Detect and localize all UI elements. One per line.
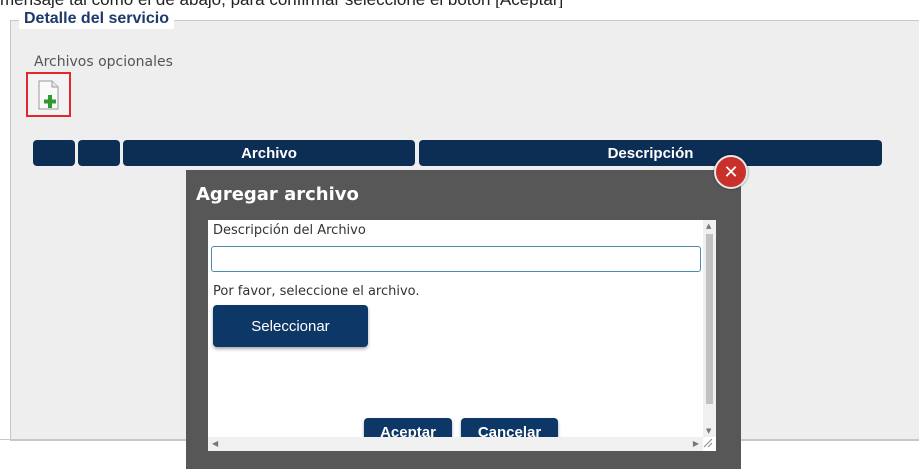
close-dialog-button[interactable]: ✕ — [714, 155, 748, 189]
table-header-descripcion: Descripción — [419, 140, 882, 166]
vertical-scrollbar[interactable]: ▲ ▼ — [703, 220, 716, 437]
table-header-archivo: Archivo — [123, 140, 415, 166]
add-file-icon — [38, 80, 59, 110]
add-file-dialog: Agregar archivo Descripción del Archivo … — [186, 170, 741, 469]
scroll-up-icon[interactable]: ▲ — [706, 222, 711, 230]
description-label: Descripción del Archivo — [213, 223, 366, 238]
select-file-button[interactable]: Seleccionar — [213, 305, 368, 347]
scroll-right-icon[interactable]: ▶ — [693, 439, 699, 448]
select-file-prompt: Por favor, seleccione el archivo. — [213, 284, 420, 299]
scroll-down-icon[interactable]: ▼ — [706, 427, 711, 435]
top-instruction-text: mensaje tal como el de abajo, para confi… — [0, 0, 563, 8]
vertical-scroll-thumb[interactable] — [706, 234, 713, 404]
table-header-col-2 — [78, 140, 120, 166]
table-header-col-1 — [33, 140, 75, 166]
description-input[interactable] — [211, 246, 701, 272]
resize-grip-icon[interactable] — [703, 438, 713, 448]
scroll-left-icon[interactable]: ◀ — [212, 439, 218, 448]
dialog-title: Agregar archivo — [196, 184, 359, 205]
horizontal-scrollbar[interactable]: ◀ ▶ — [208, 437, 703, 451]
add-file-button[interactable] — [26, 72, 71, 117]
section-legend: Detalle del servicio — [19, 9, 174, 29]
close-icon: ✕ — [723, 161, 739, 183]
optional-files-label: Archivos opcionales — [34, 54, 173, 70]
top-instruction-text-clipped: mensaje tal como el de abajo, para confi… — [0, 0, 919, 8]
dialog-body: Descripción del Archivo Por favor, selec… — [208, 220, 716, 451]
